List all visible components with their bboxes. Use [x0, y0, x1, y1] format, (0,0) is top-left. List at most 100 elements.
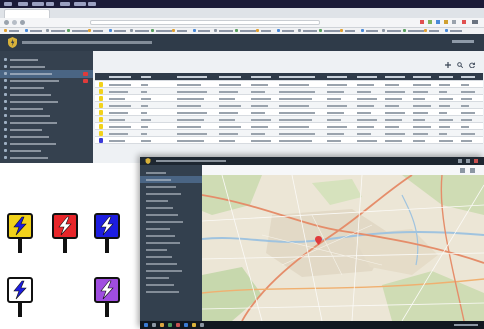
bookmark-icon[interactable] [319, 29, 322, 32]
map-sidebar-item[interactable] [140, 281, 202, 288]
bookmark-link[interactable] [450, 30, 462, 32]
reload-icon[interactable] [20, 20, 25, 25]
map-sidebar-item[interactable] [140, 183, 202, 190]
bookmark-link[interactable] [9, 30, 19, 32]
extension-icon[interactable] [436, 20, 440, 24]
menu-item[interactable] [32, 2, 44, 6]
map-sidebar-item[interactable] [140, 211, 202, 218]
column-header[interactable] [219, 76, 241, 78]
bookmark-icon[interactable] [340, 29, 343, 32]
bookmark-link[interactable] [261, 30, 271, 32]
map-sidebar-item[interactable] [140, 204, 202, 211]
map-zoom-icon[interactable] [460, 168, 465, 173]
taskbar-app-icon[interactable] [168, 323, 172, 327]
map-sidebar-item[interactable] [140, 197, 202, 204]
taskbar-app-icon[interactable] [176, 323, 180, 327]
menu-item[interactable] [60, 2, 70, 6]
map-sidebar-item[interactable] [140, 267, 202, 274]
extension-icon[interactable] [444, 20, 448, 24]
bookmark-link[interactable] [51, 30, 65, 32]
column-header[interactable] [461, 76, 475, 78]
column-header[interactable] [177, 76, 207, 78]
extension-icon[interactable] [452, 20, 456, 24]
bookmark-icon[interactable] [67, 29, 70, 32]
menu-item[interactable] [74, 2, 86, 6]
bookmark-link[interactable] [177, 30, 187, 32]
table-row[interactable] [95, 123, 483, 130]
bookmark-icon[interactable] [277, 29, 280, 32]
map-sidebar-item[interactable] [140, 260, 202, 267]
close-icon[interactable] [474, 159, 478, 163]
add-icon[interactable] [445, 62, 451, 68]
table-row[interactable] [95, 95, 483, 102]
column-header[interactable] [141, 76, 151, 78]
browser-tab[interactable] [4, 9, 50, 18]
minimize-icon[interactable] [458, 159, 462, 163]
bookmark-link[interactable] [135, 30, 149, 32]
charger-marker-icon[interactable] [315, 236, 322, 245]
menu-item[interactable] [88, 2, 96, 6]
bookmark-link[interactable] [72, 30, 88, 32]
bookmark-icon[interactable] [403, 29, 406, 32]
map-sidebar-item[interactable] [140, 239, 202, 246]
bookmark-icon[interactable] [361, 29, 364, 32]
table-row[interactable] [95, 130, 483, 137]
map-sidebar-item[interactable] [140, 274, 202, 281]
map-sidebar-item[interactable] [140, 169, 202, 176]
bookmark-icon[interactable] [172, 29, 175, 32]
sidebar-item[interactable] [0, 154, 93, 162]
map-sidebar-item[interactable] [140, 246, 202, 253]
extension-icon[interactable] [420, 20, 424, 24]
bookmark-icon[interactable] [4, 29, 7, 32]
bookmark-icon[interactable] [46, 29, 49, 32]
bookmark-icon[interactable] [151, 29, 154, 32]
bookmark-icon[interactable] [382, 29, 385, 32]
table-row[interactable] [95, 137, 483, 144]
map-sidebar-item[interactable] [140, 218, 202, 225]
column-header[interactable] [251, 76, 271, 78]
taskbar-app-icon[interactable] [184, 323, 188, 327]
map-view[interactable] [202, 165, 484, 321]
map-sidebar-item[interactable] [140, 225, 202, 232]
bookmark-icon[interactable] [424, 29, 427, 32]
bookmark-icon[interactable] [256, 29, 259, 32]
map-sidebar-item[interactable] [140, 253, 202, 260]
taskbar-app-icon[interactable] [200, 323, 204, 327]
refresh-icon[interactable] [469, 62, 475, 68]
bookmark-icon[interactable] [445, 29, 448, 32]
bookmark-link[interactable] [324, 30, 340, 32]
bookmark-link[interactable] [114, 30, 126, 32]
search-icon[interactable] [457, 62, 463, 68]
map-sidebar-item[interactable] [140, 232, 202, 239]
column-header[interactable] [327, 76, 347, 78]
bookmark-link[interactable] [198, 30, 210, 32]
menu-item[interactable] [4, 2, 12, 6]
bookmark-link[interactable] [219, 30, 233, 32]
bookmark-icon[interactable] [235, 29, 238, 32]
bookmark-link[interactable] [282, 30, 294, 32]
user-menu[interactable] [452, 40, 474, 43]
forward-icon[interactable] [12, 20, 17, 25]
menu-item[interactable] [46, 2, 54, 6]
table-row[interactable] [95, 102, 483, 109]
column-header[interactable] [109, 76, 131, 78]
column-header[interactable] [413, 76, 431, 78]
bookmark-icon[interactable] [109, 29, 112, 32]
bookmark-link[interactable] [156, 30, 172, 32]
table-row[interactable] [95, 116, 483, 123]
column-header[interactable] [385, 76, 405, 78]
map-sidebar-item[interactable] [140, 190, 202, 197]
bookmark-icon[interactable] [214, 29, 217, 32]
maximize-icon[interactable] [466, 159, 470, 163]
bookmark-icon[interactable] [25, 29, 28, 32]
start-icon[interactable] [144, 323, 148, 327]
bookmark-icon[interactable] [130, 29, 133, 32]
map-canvas[interactable] [202, 175, 484, 321]
bookmark-link[interactable] [429, 30, 439, 32]
taskbar-app-icon[interactable] [192, 323, 196, 327]
taskbar-app-icon[interactable] [160, 323, 164, 327]
bookmark-link[interactable] [345, 30, 355, 32]
menu-item[interactable] [18, 2, 28, 6]
table-row[interactable] [95, 88, 483, 95]
address-bar[interactable] [90, 20, 320, 25]
